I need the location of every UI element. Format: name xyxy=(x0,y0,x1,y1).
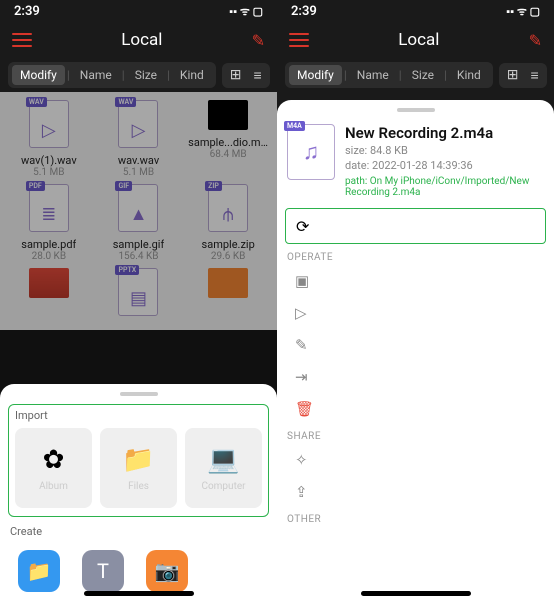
create-option[interactable]: 📷 xyxy=(146,550,188,592)
create-option[interactable]: 📁 xyxy=(18,550,60,592)
action-row[interactable]: ▷ xyxy=(285,297,546,329)
status-bar: 2:39 ▪︎▪︎ ᯤ ▢ xyxy=(0,0,277,22)
sort-filters[interactable]: Modify | Name | Size | Kind xyxy=(8,62,216,88)
import-icon: 💻 xyxy=(207,445,239,475)
header: Local ✎ xyxy=(277,22,554,58)
convert-icon: ⟳ xyxy=(296,217,309,236)
page-title: Local xyxy=(398,30,439,50)
sheet-handle[interactable] xyxy=(120,392,158,396)
filter-bar: Modify | Name | Size | Kind ⊞ ≡ xyxy=(0,58,277,92)
file-name: New Recording 2.m4a xyxy=(345,124,544,142)
menu-icon[interactable] xyxy=(12,33,32,47)
file-date: date: 2022-01-28 14:39:36 xyxy=(345,159,544,172)
status-indicators: ▪︎▪︎ ᯤ ▢ xyxy=(506,4,540,19)
filter-bar: Modify | Name | Size | Kind ⊞ ≡ xyxy=(277,58,554,92)
filter-name[interactable]: Name xyxy=(72,65,120,85)
action-row[interactable]: ⇪ xyxy=(285,476,546,508)
filter-size[interactable]: Size xyxy=(404,65,442,85)
import-option[interactable]: 💻 Computer xyxy=(185,428,262,508)
edit-icon[interactable]: ✎ xyxy=(252,31,265,50)
menu-icon[interactable] xyxy=(289,33,309,47)
import-sheet: Import ✿ Album 📁 Files 💻 Computer Create 📁 T 📷 xyxy=(0,384,277,600)
home-indicator[interactable] xyxy=(361,591,471,596)
action-row[interactable]: ✧ xyxy=(285,444,546,476)
right-screenshot: 2:39 ▪︎▪︎ ᯤ ▢ Local ✎ Modify | Name | Si… xyxy=(277,0,554,600)
grid-view-icon[interactable]: ⊞ xyxy=(503,67,523,83)
import-label: Album xyxy=(39,481,68,492)
create-label: Create xyxy=(10,525,267,538)
import-option[interactable]: ✿ Album xyxy=(15,428,92,508)
action-icon: ✧ xyxy=(295,451,313,469)
sheet-handle[interactable] xyxy=(397,108,435,112)
file-path: path: On My iPhone/iConv/Imported/New Re… xyxy=(345,176,544,198)
action-row[interactable]: ⇥ xyxy=(285,361,546,393)
action-icon: ⇥ xyxy=(295,368,313,386)
action-icon: 🗑 xyxy=(295,400,313,418)
page-title: Local xyxy=(121,30,162,50)
status-time: 2:39 xyxy=(291,4,317,19)
file-size: size: 84.8 KB xyxy=(345,144,544,157)
action-icon: ✎ xyxy=(295,336,313,354)
edit-icon[interactable]: ✎ xyxy=(529,31,542,50)
share-label: SHARE xyxy=(287,431,546,442)
filter-size[interactable]: Size xyxy=(127,65,165,85)
filter-modify[interactable]: Modify xyxy=(12,65,65,85)
left-screenshot: 2:39 ▪︎▪︎ ᯤ ▢ Local ✎ Modify | Name | Si… xyxy=(0,0,277,600)
import-icon: 📁 xyxy=(122,445,154,475)
action-row[interactable]: 🗑 xyxy=(285,393,546,425)
filter-kind[interactable]: Kind xyxy=(172,65,212,85)
import-label: Computer xyxy=(201,481,245,492)
import-section: Import ✿ Album 📁 Files 💻 Computer xyxy=(8,404,269,517)
status-time: 2:39 xyxy=(14,4,40,19)
file-detail-sheet: M4A ♫ New Recording 2.m4a size: 84.8 KB … xyxy=(277,100,554,600)
status-bar: 2:39 ▪︎▪︎ ᯤ ▢ xyxy=(277,0,554,22)
grid-view-icon[interactable]: ⊞ xyxy=(226,67,246,83)
status-indicators: ▪︎▪︎ ᯤ ▢ xyxy=(229,4,263,19)
file-tag: M4A xyxy=(284,121,305,131)
operate-label: OPERATE xyxy=(287,252,546,263)
filter-kind[interactable]: Kind xyxy=(449,65,489,85)
import-label: Import xyxy=(15,409,262,422)
home-indicator[interactable] xyxy=(84,591,194,596)
filter-modify[interactable]: Modify xyxy=(289,65,342,85)
action-icon: ▣ xyxy=(295,272,313,290)
list-view-icon[interactable]: ≡ xyxy=(527,67,543,84)
list-view-icon[interactable]: ≡ xyxy=(250,67,266,84)
sort-filters[interactable]: Modify | Name | Size | Kind xyxy=(285,62,493,88)
action-icon: ⇪ xyxy=(295,483,313,501)
filter-name[interactable]: Name xyxy=(349,65,397,85)
action-row[interactable]: ▣ xyxy=(285,265,546,297)
view-toggle[interactable]: ⊞ ≡ xyxy=(499,63,547,88)
header: Local ✎ xyxy=(0,22,277,58)
import-option[interactable]: 📁 Files xyxy=(100,428,177,508)
action-row[interactable]: ✎ xyxy=(285,329,546,361)
view-toggle[interactable]: ⊞ ≡ xyxy=(222,63,270,88)
other-label: OTHER xyxy=(287,514,546,525)
create-option[interactable]: T xyxy=(82,550,124,592)
action-icon: ▷ xyxy=(295,304,313,322)
convert-action[interactable]: ⟳ xyxy=(285,208,546,244)
import-icon: ✿ xyxy=(43,445,65,475)
file-type-icon: M4A ♫ xyxy=(287,124,335,180)
file-info: M4A ♫ New Recording 2.m4a size: 84.8 KB … xyxy=(285,120,546,208)
import-label: Files xyxy=(128,481,149,492)
